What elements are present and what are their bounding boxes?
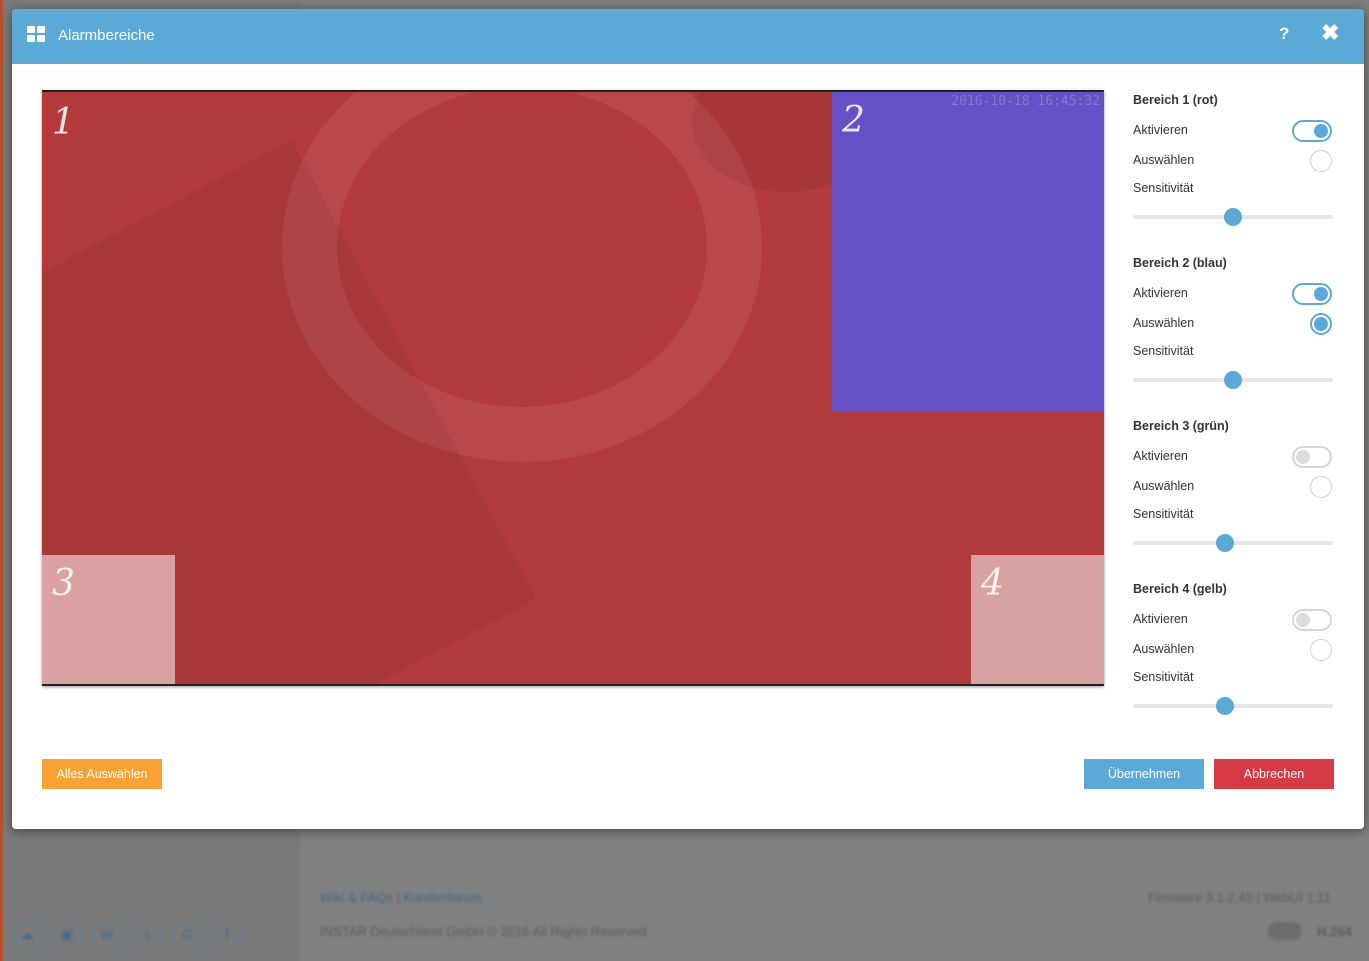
activate-toggle[interactable] (1292, 609, 1332, 631)
area-number: 1 (52, 102, 75, 143)
area-settings-4: Bereich 4 (gelb) Aktivieren Auswählen Se… (1133, 582, 1333, 745)
facebook-icon[interactable]: f (212, 920, 242, 950)
area-number: 3 (52, 563, 75, 604)
area-title: Bereich 2 (blau) (1133, 256, 1227, 270)
sensitivity-slider[interactable] (1133, 370, 1333, 390)
area-settings-panel: Bereich 1 (rot) Aktivieren Auswählen Sen… (1133, 9, 1333, 729)
select-label: Auswählen (1133, 642, 1195, 656)
cancel-button[interactable]: Abbrechen (1214, 759, 1334, 789)
area-settings-1: Bereich 1 (rot) Aktivieren Auswählen Sen… (1133, 93, 1333, 256)
area-title: Bereich 1 (rot) (1133, 93, 1218, 107)
select-radio[interactable] (1310, 476, 1332, 498)
footer-link-forum[interactable]: Kundenforum (404, 890, 482, 905)
codec-label: H.264 (1317, 924, 1352, 939)
sensitivity-slider[interactable] (1133, 533, 1333, 553)
footer-firmware: Firmware 3.1.2.45 | WebUI 1.11 (1148, 890, 1331, 905)
select-label: Auswählen (1133, 153, 1195, 167)
activate-toggle[interactable] (1292, 120, 1332, 142)
sensitivity-label: Sensitivität (1133, 181, 1194, 195)
area-settings-2: Bereich 2 (blau) Aktivieren Auswählen Se… (1133, 256, 1333, 419)
select-radio[interactable] (1310, 150, 1332, 172)
alarm-area-2[interactable]: 2 (832, 92, 1104, 412)
codec-toggle[interactable] (1268, 922, 1302, 940)
sensitivity-slider[interactable] (1133, 207, 1333, 227)
select-all-button[interactable]: Alles Auswählen (42, 759, 162, 789)
slider-thumb[interactable] (1224, 371, 1242, 389)
slider-thumb[interactable] (1216, 697, 1234, 715)
camera-preview: 1 2 3 4 2016-10-18 16:45:32 (42, 90, 1104, 686)
select-radio[interactable] (1310, 639, 1332, 661)
sensitivity-label: Sensitivität (1133, 507, 1194, 521)
area-settings-3: Bereich 3 (grün) Aktivieren Auswählen Se… (1133, 419, 1333, 582)
sensitivity-label: Sensitivität (1133, 344, 1194, 358)
camera-timestamp: 2016-10-18 16:45:32 (951, 94, 1100, 109)
dialog-title: Alarmbereiche (58, 27, 155, 44)
select-label: Auswählen (1133, 316, 1195, 330)
activate-toggle[interactable] (1292, 283, 1332, 305)
activate-label: Aktivieren (1133, 449, 1188, 463)
twitter-icon[interactable]: t (132, 920, 162, 950)
alarm-area-4[interactable]: 4 (971, 555, 1104, 684)
area-title: Bereich 4 (gelb) (1133, 582, 1227, 596)
sensitivity-label: Sensitivität (1133, 670, 1194, 684)
footer-link-wiki[interactable]: Wiki & FAQs (320, 890, 393, 905)
activate-label: Aktivieren (1133, 612, 1188, 626)
area-number: 4 (981, 563, 1004, 604)
grid-icon (27, 26, 47, 43)
activate-label: Aktivieren (1133, 123, 1188, 137)
alarm-areas-dialog: Alarmbereiche ? ✖ 1 2 3 4 2016-10-18 16:… (12, 9, 1364, 829)
slider-thumb[interactable] (1224, 208, 1242, 226)
activate-label: Aktivieren (1133, 286, 1188, 300)
alarm-area-3[interactable]: 3 (42, 555, 175, 684)
select-label: Auswählen (1133, 479, 1195, 493)
footer-separator: | (396, 890, 400, 905)
slider-thumb[interactable] (1216, 534, 1234, 552)
footer-copyright: INSTAR Deutschland GmbH © 2016 All Right… (320, 924, 647, 939)
area-title: Bereich 3 (grün) (1133, 419, 1229, 433)
cloud-icon[interactable]: ☁ (12, 920, 42, 950)
wiki-icon[interactable]: W (92, 920, 122, 950)
apply-button[interactable]: Übernehmen (1084, 759, 1204, 789)
area-number: 2 (842, 100, 865, 141)
store-icon[interactable]: ▣ (52, 920, 82, 950)
google-plus-icon[interactable]: G (172, 920, 202, 950)
activate-toggle[interactable] (1292, 446, 1332, 468)
sensitivity-slider[interactable] (1133, 696, 1333, 716)
footer-links: Wiki & FAQs | Kundenforum (320, 890, 482, 905)
select-radio[interactable] (1310, 313, 1332, 335)
